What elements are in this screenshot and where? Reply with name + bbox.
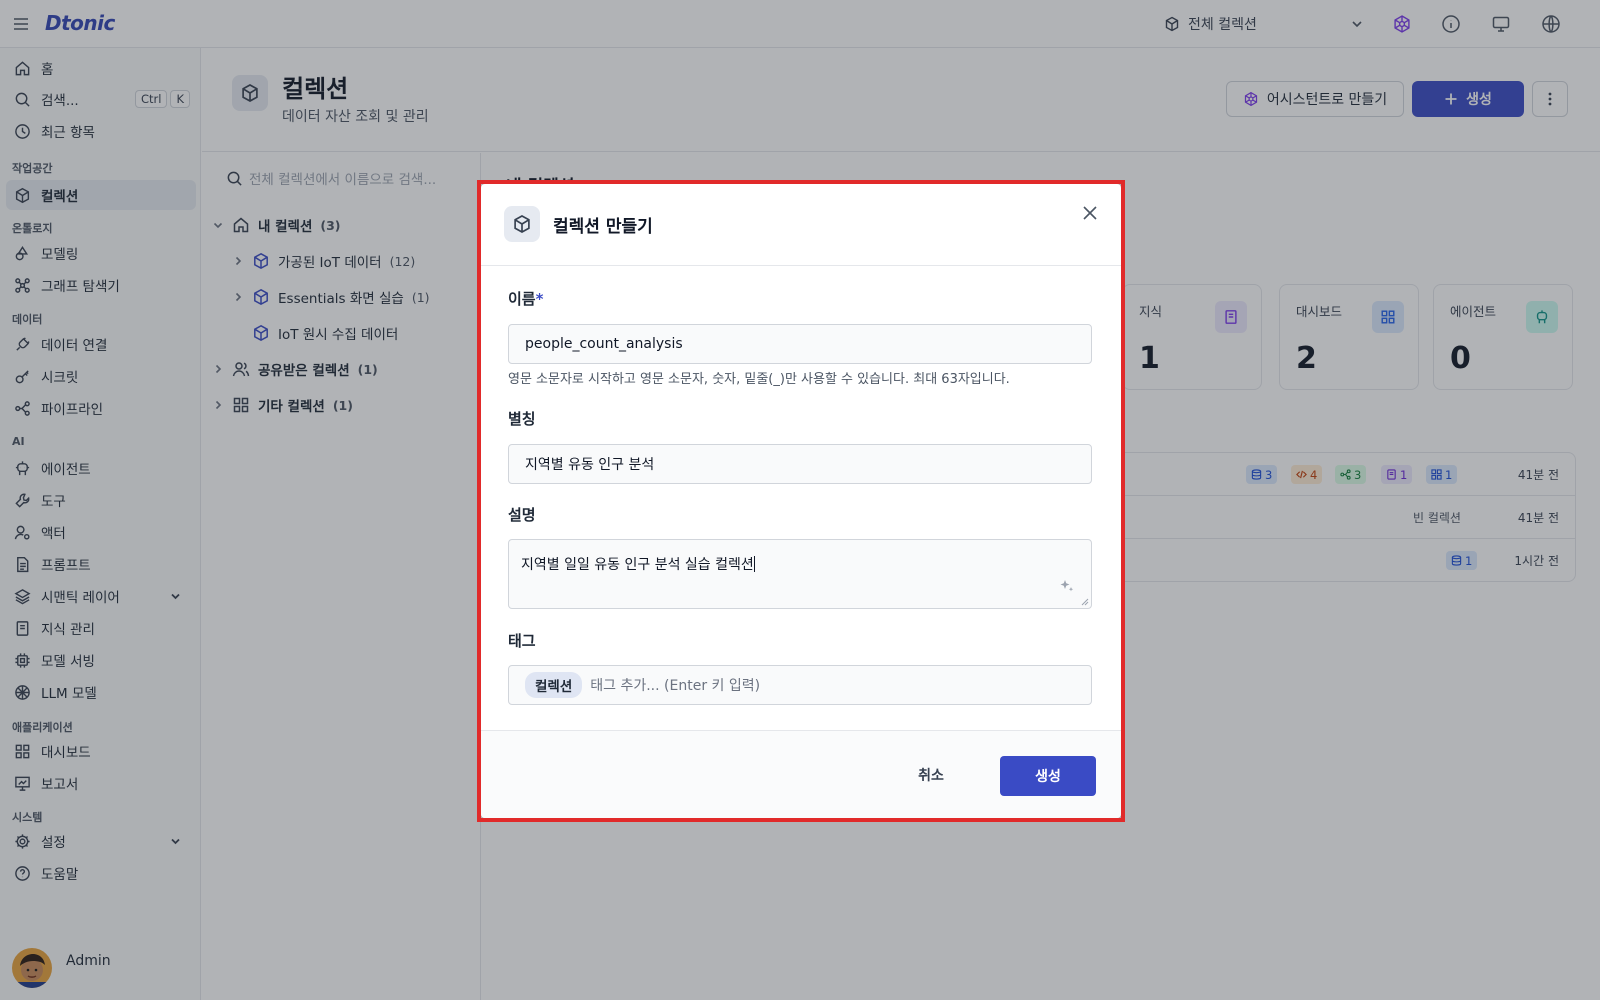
tag-chip[interactable]: 컬렉션 bbox=[525, 672, 583, 698]
text-cursor bbox=[753, 556, 755, 572]
alias-field-value: 지역별 유동 인구 분석 bbox=[525, 457, 655, 473]
resize-handle-icon[interactable] bbox=[1081, 598, 1089, 606]
submit-create-button[interactable]: 생성 bbox=[1000, 756, 1096, 796]
tags-placeholder: 태그 추가... (Enter 키 입력) bbox=[590, 678, 761, 694]
name-label: 이름* bbox=[508, 290, 544, 308]
cancel-button[interactable]: 취소 bbox=[901, 756, 961, 794]
alias-label: 별칭 bbox=[508, 410, 536, 428]
name-field[interactable]: people_count_analysis bbox=[508, 324, 1092, 364]
close-icon[interactable] bbox=[1079, 202, 1101, 224]
description-field[interactable]: 지역별 일일 유동 인구 분석 실습 컬렉션 bbox=[508, 539, 1092, 609]
cube-icon bbox=[504, 206, 540, 242]
dialog-title: 컬렉션 만들기 bbox=[553, 217, 653, 237]
ai-sparkle-icon[interactable] bbox=[1059, 578, 1075, 594]
dialog-header: 컬렉션 만들기 bbox=[481, 184, 1121, 266]
name-hint: 영문 소문자로 시작하고 영문 소문자, 숫자, 밑줄(_)만 사용할 수 있습… bbox=[508, 372, 1010, 387]
required-mark: * bbox=[535, 290, 544, 308]
description-label: 설명 bbox=[508, 506, 536, 524]
name-field-value: people_count_analysis bbox=[525, 336, 683, 352]
create-collection-dialog: 컬렉션 만들기 이름* people_count_analysis 영문 소문자… bbox=[481, 184, 1121, 818]
tags-input[interactable]: 컬렉션 태그 추가... (Enter 키 입력) bbox=[508, 665, 1092, 705]
tags-label: 태그 bbox=[508, 632, 536, 650]
description-field-value: 지역별 일일 유동 인구 분석 실습 컬렉션 bbox=[521, 557, 754, 573]
alias-field[interactable]: 지역별 유동 인구 분석 bbox=[508, 444, 1092, 484]
dialog-footer: 취소 생성 bbox=[481, 730, 1121, 818]
